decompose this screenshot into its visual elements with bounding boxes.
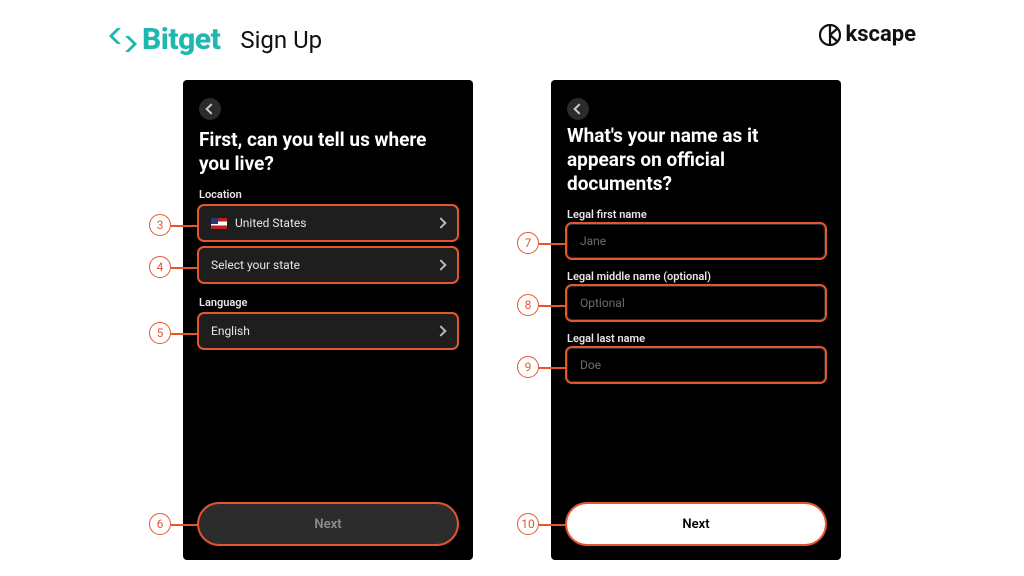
state-placeholder: Select your state	[211, 258, 300, 272]
callout-4-line	[171, 267, 199, 269]
chevron-right-icon	[435, 217, 446, 228]
next-button[interactable]: Next	[567, 504, 825, 544]
country-select[interactable]: United States	[199, 206, 457, 240]
last-name-input[interactable]: Doe	[567, 348, 825, 382]
callout-7-line	[539, 243, 567, 245]
callout-8-line	[539, 305, 567, 307]
location-label: Location	[199, 188, 242, 201]
callout-6: 6	[149, 513, 171, 535]
callout-3: 3	[149, 214, 171, 236]
first-name-placeholder: Jane	[580, 234, 606, 248]
kscape-logo: kscape	[819, 22, 916, 47]
page-title: Sign Up	[240, 26, 322, 54]
language-value: English	[211, 324, 250, 338]
bitget-logo: Bitget	[108, 22, 220, 57]
bitget-logo-text: Bitget	[142, 22, 220, 57]
kscape-logo-icon	[819, 24, 841, 46]
first-name-label: Legal first name	[567, 208, 647, 221]
callout-3-line	[171, 225, 199, 227]
back-button[interactable]	[199, 98, 221, 120]
kscape-logo-text: kscape	[845, 22, 916, 47]
country-value: United States	[235, 216, 306, 230]
next-button[interactable]: Next	[199, 504, 457, 544]
callout-5: 5	[149, 322, 171, 344]
first-name-input[interactable]: Jane	[567, 224, 825, 258]
back-button[interactable]	[567, 98, 589, 120]
callout-9-line	[539, 367, 567, 369]
callout-7: 7	[517, 232, 539, 254]
screen-title: What's your name as it appears on offici…	[567, 124, 825, 195]
chevron-right-icon	[435, 259, 446, 270]
middle-name-label: Legal middle name (optional)	[567, 270, 711, 283]
last-name-label: Legal last name	[567, 332, 645, 345]
callout-6-line	[171, 524, 199, 526]
callout-10-line	[539, 524, 567, 526]
bitget-logo-icon	[108, 25, 138, 55]
next-button-label: Next	[682, 517, 709, 532]
last-name-placeholder: Doe	[580, 358, 601, 372]
middle-name-input[interactable]: Optional	[567, 286, 825, 320]
callout-9: 9	[517, 356, 539, 378]
screen-title: First, can you tell us where you live?	[199, 128, 457, 176]
screen-name: What's your name as it appears on offici…	[551, 80, 841, 560]
screen-location: First, can you tell us where you live? L…	[183, 80, 473, 560]
callout-10: 10	[517, 513, 539, 535]
chevron-right-icon	[435, 325, 446, 336]
callout-4: 4	[149, 256, 171, 278]
state-select[interactable]: Select your state	[199, 248, 457, 282]
language-label: Language	[199, 296, 247, 309]
us-flag-icon	[211, 218, 227, 229]
language-select[interactable]: English	[199, 314, 457, 348]
callout-8: 8	[517, 294, 539, 316]
callout-5-line	[171, 333, 199, 335]
next-button-label: Next	[314, 517, 341, 532]
middle-name-placeholder: Optional	[580, 296, 625, 310]
